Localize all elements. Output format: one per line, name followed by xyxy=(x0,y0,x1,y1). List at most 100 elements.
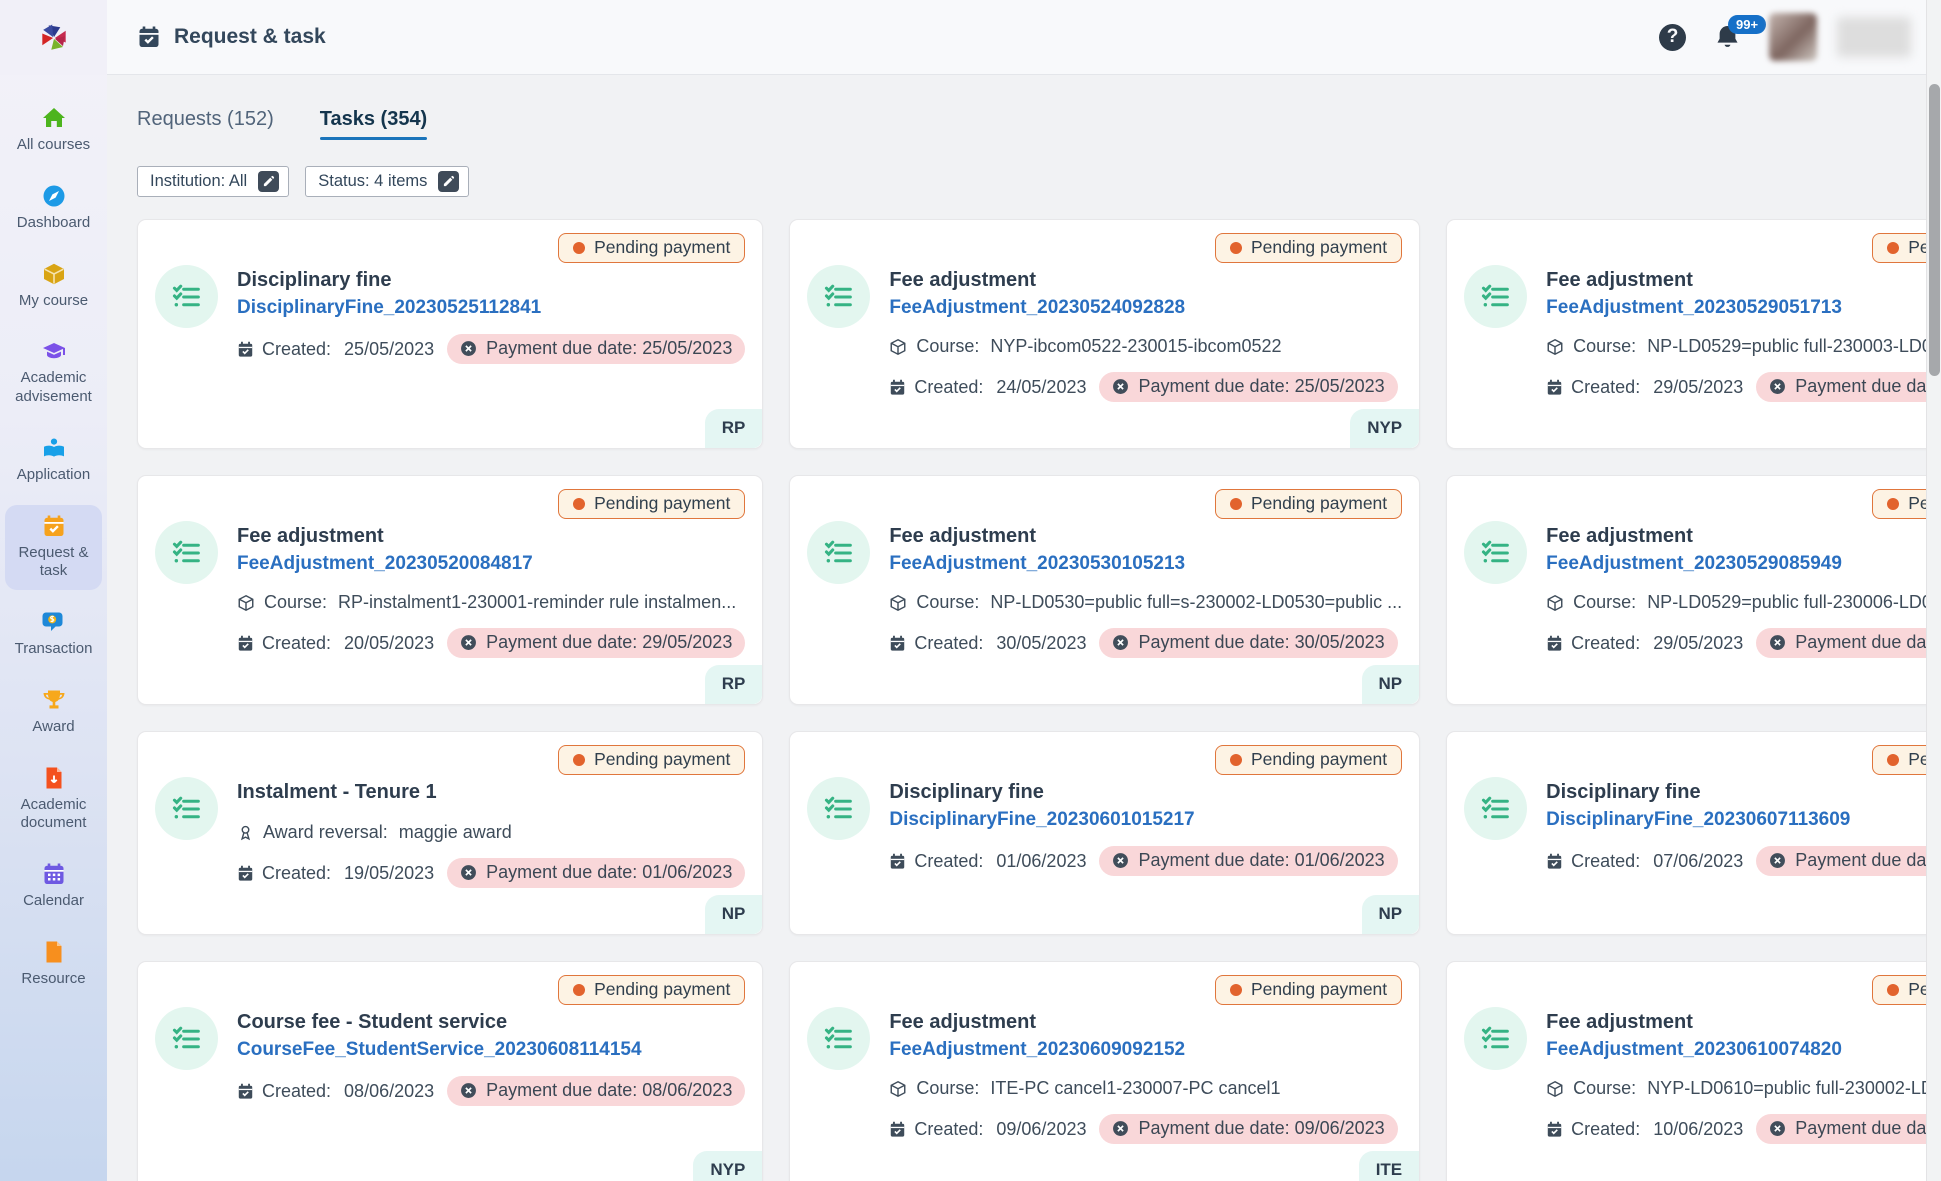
help-icon[interactable]: ? xyxy=(1659,23,1686,51)
task-card[interactable]: Pending payment Fee adjustment FeeAdjust… xyxy=(789,475,1421,705)
task-checklist-icon xyxy=(155,521,218,584)
task-checklist-icon xyxy=(807,265,871,328)
card-main: Disciplinary fine DisciplinaryFine_20230… xyxy=(155,265,746,364)
cube-icon xyxy=(43,263,64,284)
card-title: Course fee - Student service xyxy=(237,1011,508,1033)
payment-due-text: Payment due date: 08/06/2023 xyxy=(486,1080,733,1100)
edit-icon[interactable] xyxy=(438,171,460,192)
cards-grid: Pending payment Disciplinary fine Discip… xyxy=(137,219,1941,1181)
reference-row: FeeAdjustment_20230520084817 xyxy=(237,549,745,575)
card-body: Instalment - Tenure 1 Course: Award reve… xyxy=(237,777,746,888)
course-label: Course: xyxy=(916,592,980,612)
task-checklist-icon xyxy=(807,521,871,584)
card-main: Fee adjustment FeeAdjustment_20230529085… xyxy=(1464,521,1941,658)
card-title: Disciplinary fine xyxy=(889,781,1044,803)
card-body: Fee adjustment FeeAdjustment_20230529051… xyxy=(1546,265,1941,402)
sidebar-item-academic-advisement[interactable]: Academic advisement xyxy=(5,330,102,416)
sidebar-item-award[interactable]: Award xyxy=(5,679,102,746)
task-card[interactable]: Pending payment Disciplinary fine Discip… xyxy=(1446,731,1941,935)
card-reference-link[interactable]: FeeAdjustment_20230524092828 xyxy=(889,297,1185,319)
card-reference-link[interactable]: DisciplinaryFine_20230601015217 xyxy=(889,809,1194,831)
card-main: Disciplinary fine DisciplinaryFine_20230… xyxy=(807,777,1402,876)
course-label: Course: xyxy=(916,1078,980,1098)
status-filter-chip[interactable]: Status: 4 items xyxy=(305,166,470,197)
circle-x-icon xyxy=(1113,853,1129,868)
calendar-icon xyxy=(238,341,253,357)
card-reference-link[interactable]: FeeAdjustment_20230520084817 xyxy=(237,553,533,575)
created-field: Created: 24/05/2023 xyxy=(889,377,1086,398)
task-card[interactable]: Pending payment Disciplinary fine Discip… xyxy=(137,219,764,449)
created-label: Created: xyxy=(1571,632,1641,653)
task-card[interactable]: Pending payment Fee adjustment FeeAdjust… xyxy=(1446,219,1941,449)
card-reference-link[interactable]: DisciplinaryFine_20230607113609 xyxy=(1546,809,1850,831)
status-dot-icon xyxy=(573,753,586,766)
sidebar-item-label: Academic document xyxy=(20,795,87,832)
sidebar-item-dashboard[interactable]: Dashboard xyxy=(5,175,102,242)
card-title: Disciplinary fine xyxy=(237,269,392,291)
task-card[interactable]: Pending payment Fee adjustment FeeAdjust… xyxy=(1446,475,1941,705)
sidebar-item-academic-document[interactable]: Academic document xyxy=(5,757,102,843)
card-meta: Created: 30/05/2023 Payment due date: 30… xyxy=(889,628,1402,658)
card-reference-link[interactable]: FeeAdjustment_20230529051713 xyxy=(1546,297,1842,319)
created-date: 29/05/2023 xyxy=(1653,376,1744,397)
card-body: Fee adjustment FeeAdjustment_20230520084… xyxy=(237,521,746,658)
task-checklist-icon xyxy=(1464,521,1528,584)
task-card[interactable]: Pending payment Instalment - Tenure 1 Co… xyxy=(137,731,764,935)
created-field: Created: 08/06/2023 xyxy=(237,1081,434,1102)
status-row: Pending payment xyxy=(807,745,1403,775)
card-reference-link[interactable]: DisciplinaryFine_20230525112841 xyxy=(237,297,541,319)
created-label: Created: xyxy=(914,632,984,653)
created-label: Created: xyxy=(1571,850,1641,871)
award-row: Award reversal: maggie award xyxy=(237,822,745,843)
card-reference-link[interactable]: FeeAdjustment_20230529085949 xyxy=(1546,553,1842,575)
card-main: Fee adjustment FeeAdjustment_20230609092… xyxy=(807,1007,1402,1144)
task-card[interactable]: Pending payment Fee adjustment FeeAdjust… xyxy=(1446,961,1941,1181)
sidebar-item-transaction[interactable]: Transaction xyxy=(5,601,102,668)
status-dot-icon xyxy=(573,983,586,996)
sidebar-item-request-task[interactable]: Request & task xyxy=(5,504,102,590)
card-reference-link[interactable]: FeeAdjustment_20230610074820 xyxy=(1546,1039,1842,1061)
sidebar-item-calendar[interactable]: Calendar xyxy=(5,853,102,920)
sidebar: All courses Dashboard My course Academic… xyxy=(0,0,107,1181)
user-avatar[interactable] xyxy=(1769,13,1817,61)
chat-dollar-icon xyxy=(42,612,62,631)
calendar-icon xyxy=(891,379,905,395)
card-reference-link[interactable]: CourseFee_StudentService_20230608114154 xyxy=(237,1039,642,1061)
sidebar-item-application[interactable]: Application xyxy=(5,427,102,494)
task-card[interactable]: Pending payment Fee adjustment FeeAdjust… xyxy=(789,961,1421,1181)
notifications-button[interactable]: 99+ xyxy=(1714,14,1767,51)
sidebar-item-label: My course xyxy=(18,291,89,309)
sidebar-item-my-course[interactable]: My course xyxy=(5,253,102,320)
status-row: Pending payment xyxy=(155,975,746,1005)
card-reference-link[interactable]: FeeAdjustment_20230609092152 xyxy=(889,1039,1185,1061)
scrollbar-thumb[interactable] xyxy=(1929,84,1940,376)
sidebar-item-resource[interactable]: Resource xyxy=(5,931,102,998)
graduation-cap-icon xyxy=(42,343,65,359)
created-label: Created: xyxy=(262,632,332,653)
pdf-document-icon xyxy=(46,767,61,788)
card-reference-link[interactable]: FeeAdjustment_20230530105213 xyxy=(889,553,1185,575)
circle-x-icon xyxy=(461,341,477,356)
tab-tasks[interactable]: Tasks (354) xyxy=(319,108,428,140)
card-title: Fee adjustment xyxy=(889,525,1037,547)
card-main: Fee adjustment FeeAdjustment_20230520084… xyxy=(155,521,746,658)
course-value: NP-LD0530=public full=s-230002-LD0530=pu… xyxy=(990,592,1403,612)
edit-icon[interactable] xyxy=(258,171,280,192)
course-row: Course: NYP-LD0610=public full-230002-LD… xyxy=(1546,1078,1941,1099)
status-dot-icon xyxy=(573,497,586,510)
sidebar-item-all-courses[interactable]: All courses xyxy=(5,97,102,164)
reference-row: DisciplinaryFine_20230607113609 xyxy=(1546,805,1941,831)
card-main: Course fee - Student service CourseFee_S… xyxy=(155,1007,746,1106)
task-card[interactable]: Pending payment Disciplinary fine Discip… xyxy=(789,731,1421,935)
payment-due-badge: Payment due date: 29/05/2023 xyxy=(1756,372,1941,402)
task-card[interactable]: Pending payment Fee adjustment FeeAdjust… xyxy=(789,219,1421,449)
status-row: Pending payment xyxy=(1464,233,1941,263)
institution-filter-chip[interactable]: Institution: All xyxy=(137,166,290,197)
topbar-actions: ? 99+ xyxy=(1659,13,1911,61)
task-card[interactable]: Pending payment Fee adjustment FeeAdjust… xyxy=(137,475,764,705)
created-date: 09/06/2023 xyxy=(996,1118,1087,1139)
created-date: 29/05/2023 xyxy=(1653,632,1744,653)
tab-requests[interactable]: Requests (152) xyxy=(137,108,274,140)
task-card[interactable]: Pending payment Course fee - Student ser… xyxy=(137,961,764,1181)
app-logo[interactable] xyxy=(0,0,107,75)
